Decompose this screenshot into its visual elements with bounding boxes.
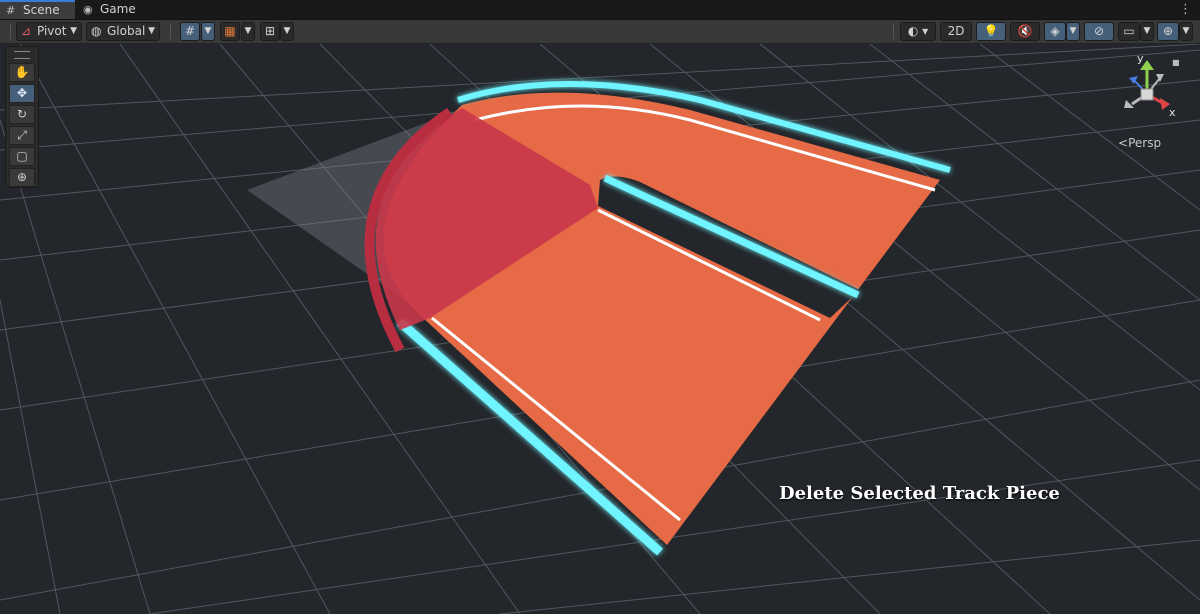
- gizmo-y-label: y: [1137, 52, 1144, 65]
- align-icon: ⊞: [264, 24, 276, 38]
- projection-toggle[interactable]: <Persp: [1118, 136, 1161, 150]
- align-button[interactable]: ⊞: [260, 22, 280, 41]
- chevron-down-icon: ▼: [1069, 26, 1077, 36]
- scene-toolbar: ⊿ Pivot ▼ ◍ Global ▼ # ▼ ▦ ▼ ⊞ ▼ ◐ ▾ 2D …: [0, 20, 1200, 44]
- shading-sphere-icon: ◐ ▾: [907, 24, 929, 38]
- tool-palette: ✋ ✥ ↻ ⤢ ▢ ⊕: [5, 46, 39, 188]
- pivot-dropdown[interactable]: ⊿ Pivot ▼: [16, 22, 82, 41]
- hand-icon: ✋: [14, 65, 30, 79]
- grid-snap-button[interactable]: #: [180, 22, 200, 41]
- hand-tool-button[interactable]: ✋: [9, 63, 35, 82]
- tab-scene-label: Scene: [23, 3, 60, 17]
- scene-viewport[interactable]: ✋ ✥ ↻ ⤢ ▢ ⊕ Delete Selected Track Piece: [0, 44, 1200, 614]
- toolbar-divider: [10, 24, 11, 39]
- global-label: Global: [107, 24, 146, 38]
- gizmo-x-label: x: [1169, 106, 1176, 119]
- pivot-icon: ⊿: [21, 24, 32, 38]
- lightbulb-icon: 💡: [983, 24, 999, 38]
- scale-icon: ⤢: [17, 128, 27, 142]
- tab-game[interactable]: ◉ Game: [77, 0, 147, 19]
- gizmos-button[interactable]: ⊕: [1157, 22, 1179, 41]
- globe-icon: ◍: [91, 24, 102, 38]
- increment-snap-dropdown[interactable]: ▼: [241, 22, 255, 41]
- palette-grip[interactable]: [14, 51, 30, 59]
- tab-scene[interactable]: # Scene: [0, 0, 75, 19]
- rotate-icon: ↻: [16, 107, 28, 121]
- more-options-icon[interactable]: ⋮: [1179, 0, 1192, 19]
- chevron-down-icon: ▼: [70, 26, 77, 36]
- pivot-label: Pivot: [37, 24, 67, 38]
- tab-game-label: Game: [100, 2, 136, 16]
- scale-tool-button[interactable]: ⤢: [9, 126, 35, 145]
- toolbar-divider: [170, 24, 171, 39]
- mode-2d-label: 2D: [947, 24, 965, 38]
- chevron-down-icon: ▼: [148, 26, 155, 36]
- global-dropdown[interactable]: ◍ Global ▼: [86, 22, 160, 41]
- tab-strip: # Scene ◉ Game ⋮: [0, 0, 1200, 20]
- transform-tool-button[interactable]: ⊕: [9, 168, 35, 187]
- layers-icon: ◈: [1050, 24, 1060, 38]
- rect-transform-icon: ▢: [16, 149, 28, 163]
- gizmo-globe-icon: ⊕: [1162, 24, 1174, 38]
- rotate-tool-button[interactable]: ↻: [9, 105, 35, 124]
- transform-icon: ⊕: [16, 170, 28, 184]
- camera-button[interactable]: ▭: [1118, 22, 1140, 41]
- toolbar-divider: [893, 24, 894, 39]
- projection-label: Persp: [1128, 136, 1162, 150]
- gizmos-dropdown[interactable]: ▼: [1179, 22, 1193, 41]
- camera-dropdown[interactable]: ▼: [1140, 22, 1154, 41]
- gamepad-icon: ◉: [83, 3, 93, 16]
- hash-icon: #: [6, 4, 16, 17]
- persp-arrow-icon: <: [1118, 136, 1129, 150]
- grid-snap-icon: #: [184, 24, 196, 38]
- lock-icon[interactable]: ■: [1172, 58, 1180, 67]
- increment-snap-icon: ▦: [224, 24, 236, 38]
- effects-toggle[interactable]: ◈: [1044, 22, 1066, 41]
- move-arrows-icon: ✥: [16, 86, 28, 100]
- eye-slash-icon: ⊘: [1093, 24, 1105, 38]
- chevron-down-icon: ▼: [1143, 26, 1151, 36]
- camera-icon: ▭: [1123, 24, 1135, 38]
- scene-render: [0, 44, 1200, 614]
- chevron-down-icon: ▼: [283, 26, 291, 36]
- increment-snap-button[interactable]: ▦: [220, 22, 240, 41]
- speaker-muted-icon: 🔇: [1017, 24, 1033, 38]
- align-dropdown[interactable]: ▼: [280, 22, 294, 41]
- lighting-toggle[interactable]: 💡: [976, 22, 1006, 41]
- chevron-down-icon: ▼: [1182, 26, 1190, 36]
- chevron-down-icon: ▼: [244, 26, 252, 36]
- caption-text: Delete Selected Track Piece: [779, 483, 1060, 504]
- chevron-down-icon: ▼: [204, 26, 212, 36]
- grid-snap-dropdown[interactable]: ▼: [201, 22, 215, 41]
- orientation-gizmo[interactable]: y x ■: [1112, 52, 1182, 126]
- visibility-toggle[interactable]: ⊘: [1084, 22, 1114, 41]
- rect-tool-button[interactable]: ▢: [9, 147, 35, 166]
- move-tool-button[interactable]: ✥: [9, 84, 35, 103]
- audio-toggle[interactable]: 🔇: [1010, 22, 1040, 41]
- effects-dropdown[interactable]: ▼: [1066, 22, 1080, 41]
- draw-mode-dropdown[interactable]: ◐ ▾: [900, 22, 936, 41]
- mode-2d-button[interactable]: 2D: [940, 22, 972, 41]
